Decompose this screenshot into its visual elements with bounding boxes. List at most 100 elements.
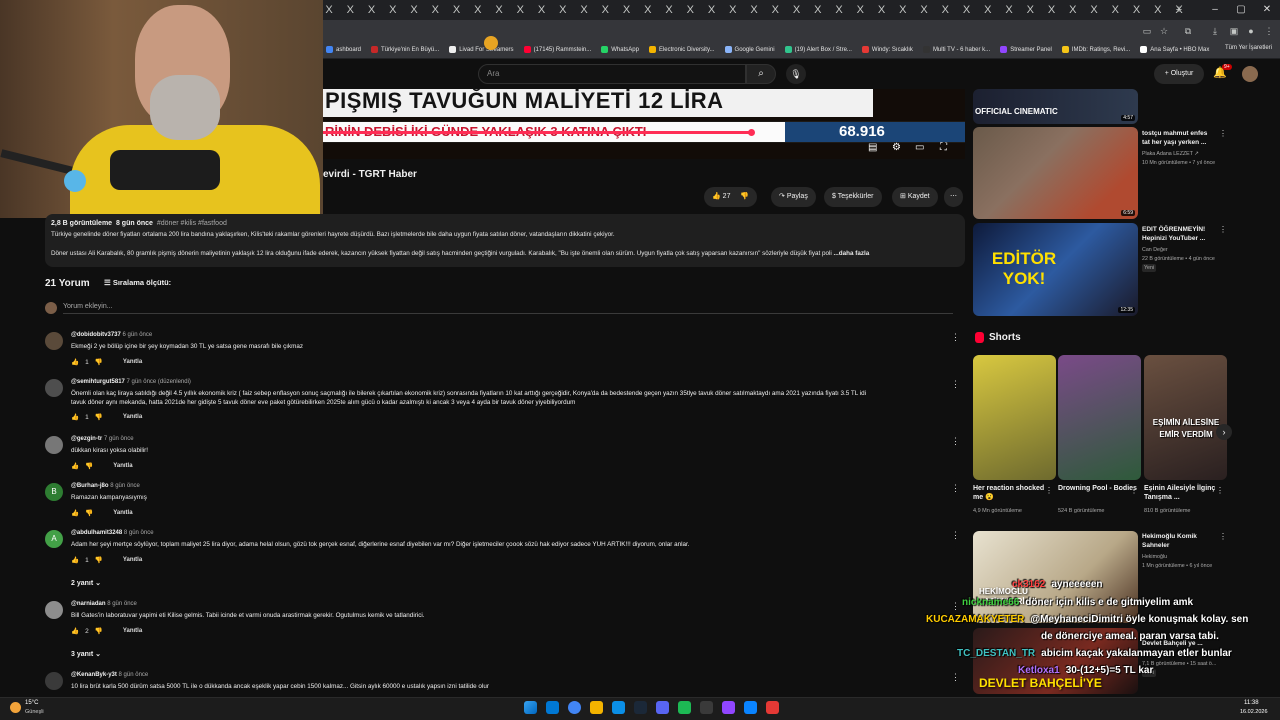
like-icon[interactable]: 👍 xyxy=(71,556,79,564)
comment-menu-icon[interactable]: ⋮ xyxy=(951,530,960,541)
tab-close-icon[interactable]: X xyxy=(1108,3,1122,17)
bookmark-item[interactable]: Streamer Panel xyxy=(1000,46,1052,53)
subtitles-icon[interactable]: ▤ xyxy=(868,142,877,153)
replies-toggle[interactable]: 2 yanıt ⌄ xyxy=(71,579,101,587)
bookmark-item[interactable]: IMDb: Ratings, Revi... xyxy=(1061,46,1130,53)
comment-author[interactable]: @abdulhamit3248 xyxy=(71,530,122,536)
comment-menu-icon[interactable]: ⋮ xyxy=(951,672,960,683)
clock-time[interactable]: 11:38 xyxy=(1244,700,1259,706)
bookmark-item[interactable]: (17145) Rammstein... xyxy=(523,46,591,53)
tab-close-icon[interactable]: X xyxy=(790,3,804,17)
comment-author[interactable]: @Burhan-j8o xyxy=(71,483,109,489)
tab-close-icon[interactable]: X xyxy=(386,3,400,17)
video-thumbnail[interactable]: 6:59 xyxy=(973,127,1138,219)
tab-close-icon[interactable]: X xyxy=(960,3,974,17)
taskbar-app-icon[interactable] xyxy=(612,701,625,714)
dislike-icon[interactable]: 👎 xyxy=(95,627,103,635)
tab-close-icon[interactable]: X xyxy=(641,3,655,17)
tab-close-icon[interactable]: X xyxy=(577,3,591,17)
reply-button[interactable]: Yanıtla xyxy=(123,628,142,634)
tab-close-icon[interactable]: X xyxy=(981,3,995,17)
more-icon[interactable]: ⋮ xyxy=(1219,532,1227,541)
mic-icon[interactable]: 🎙 xyxy=(786,64,806,84)
more-icon[interactable]: ⋮ xyxy=(1219,225,1227,234)
fullscreen-icon[interactable]: ⛶ xyxy=(940,142,947,153)
tab-close-icon[interactable]: X xyxy=(1045,3,1059,17)
tab-close-icon[interactable]: X xyxy=(365,3,379,17)
bookmark-item[interactable]: Türkiye'nin En Büyü... xyxy=(371,46,439,53)
tab-close-icon[interactable]: X xyxy=(1066,3,1080,17)
save-button[interactable]: ⊞ Kaydet xyxy=(892,187,938,207)
comment-author[interactable]: @semihturgut5817 xyxy=(71,379,125,385)
tab-close-icon[interactable]: X xyxy=(407,3,421,17)
tab-close-icon[interactable]: X xyxy=(832,3,846,17)
avatar[interactable] xyxy=(45,332,63,350)
avatar[interactable]: B xyxy=(45,483,63,501)
comment-time[interactable]: 8 gün önce xyxy=(110,483,140,489)
bookmark-item[interactable]: Google Gemini xyxy=(724,46,775,53)
close-icon[interactable]: ✕ xyxy=(1254,0,1280,20)
avatar[interactable] xyxy=(45,436,63,454)
dislike-icon[interactable]: 👎 xyxy=(95,556,103,564)
sort-button[interactable]: ☰ Sıralama ölçütü: xyxy=(104,278,171,287)
taskbar-app-icon[interactable] xyxy=(634,701,647,714)
search-input[interactable]: Ara xyxy=(478,64,746,84)
like-icon[interactable]: 👍 xyxy=(71,462,79,470)
bookmark-item[interactable]: WhatsApp xyxy=(601,46,639,53)
more-actions-icon[interactable]: ⋯ xyxy=(944,187,963,207)
show-more-link[interactable]: ...daha fazla xyxy=(834,250,870,257)
like-icon[interactable]: 👍 xyxy=(71,627,79,635)
tab-close-icon[interactable]: X xyxy=(556,3,570,17)
reply-button[interactable]: Yanıtla xyxy=(113,463,132,469)
comment-menu-icon[interactable]: ⋮ xyxy=(951,379,960,390)
avatar[interactable] xyxy=(45,601,63,619)
tab-close-icon[interactable]: X xyxy=(705,3,719,17)
dislike-icon[interactable]: 👎 xyxy=(85,462,93,470)
browser-menu-icon[interactable]: ⋮ xyxy=(1263,25,1275,37)
video-title[interactable]: Hekimoğlu Komik Sahneler xyxy=(1142,532,1214,550)
comment-author[interactable]: @dobidobitv3737 xyxy=(71,332,121,338)
extensions-icon[interactable]: ⧉ xyxy=(1182,25,1194,37)
bookmark-item[interactable]: Ana Sayfa • HBO Max xyxy=(1140,46,1209,53)
settings-icon[interactable]: ⚙ xyxy=(892,142,901,153)
account-avatar[interactable] xyxy=(1242,66,1258,82)
tab-close-icon[interactable]: X xyxy=(1151,3,1165,17)
tab-close-icon[interactable]: X xyxy=(768,3,782,17)
channel-name[interactable]: Hekimoğlu xyxy=(1142,553,1167,561)
tab-close-icon[interactable]: X xyxy=(1023,3,1037,17)
windows-start-icon[interactable] xyxy=(524,701,537,714)
shorts-thumbnail[interactable] xyxy=(973,355,1056,480)
add-comment-input[interactable]: Yorum ekleyin... xyxy=(63,303,953,314)
shorts-thumbnail[interactable] xyxy=(1058,355,1141,480)
taskbar-app-icon[interactable] xyxy=(656,701,669,714)
reply-button[interactable]: Yanıtla xyxy=(113,510,132,516)
more-icon[interactable]: ⋮ xyxy=(1216,486,1224,495)
bookmark-item[interactable]: Livad For Streamers xyxy=(449,46,514,53)
shorts-title[interactable]: Eşinin Ailesiyle İlginç Tanışma ... xyxy=(1144,484,1224,502)
thanks-button[interactable]: $ Teşekkürler xyxy=(824,187,882,207)
tab-close-icon[interactable]: X xyxy=(428,3,442,17)
tab-close-icon[interactable]: X xyxy=(513,3,527,17)
maximize-icon[interactable]: ▢ xyxy=(1228,0,1254,20)
tab-close-icon[interactable]: X xyxy=(662,3,676,17)
avatar[interactable] xyxy=(45,672,63,690)
channel-name[interactable]: Plaka Adana LEZZET ↗ xyxy=(1142,150,1199,158)
dislike-icon[interactable]: 👎 xyxy=(95,358,103,366)
share-button[interactable]: ↷ Paylaş xyxy=(771,187,816,207)
cast-icon[interactable]: ▭ xyxy=(1141,25,1153,37)
video-thumbnail[interactable]: HEKİMOĞLU LATİFELERİ xyxy=(973,531,1138,623)
tab-close-icon[interactable]: X xyxy=(620,3,634,17)
dislike-icon[interactable]: 👎 xyxy=(95,413,103,421)
comment-menu-icon[interactable]: ⋮ xyxy=(951,483,960,494)
tab-close-icon[interactable]: X xyxy=(343,3,357,17)
comment-time[interactable]: 8 gün önce xyxy=(119,672,149,678)
comment-menu-icon[interactable]: ⋮ xyxy=(951,436,960,447)
clock-date[interactable]: 16.02.2026 xyxy=(1240,709,1268,715)
video-progress-bar[interactable] xyxy=(323,131,753,134)
taskbar-app-icon[interactable] xyxy=(700,701,713,714)
video-thumbnail[interactable]: OFFICIAL CINEMATIC 4:57 xyxy=(973,89,1138,124)
tab-close-icon[interactable]: X xyxy=(853,3,867,17)
tab-close-icon[interactable]: X xyxy=(1087,3,1101,17)
reply-button[interactable]: Yanıtla xyxy=(123,359,142,365)
tab-close-icon[interactable]: X xyxy=(938,3,952,17)
